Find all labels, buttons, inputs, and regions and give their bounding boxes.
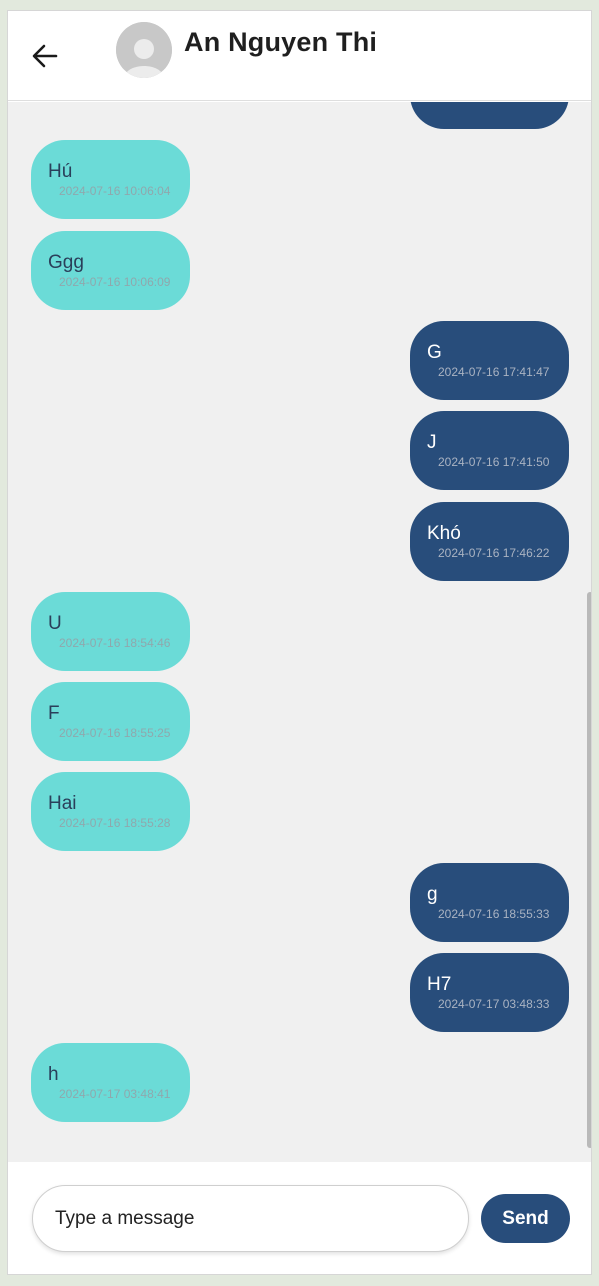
user-avatar-icon bbox=[116, 22, 172, 78]
message-timestamp: 2024-07-16 17:41:50 bbox=[438, 455, 550, 469]
sent-message[interactable]: 2024-07-16 04:16:04 bbox=[410, 102, 569, 129]
message-timestamp: 2024-07-16 18:55:25 bbox=[59, 726, 171, 740]
received-message[interactable]: Hú 2024-07-16 10:06:04 bbox=[31, 140, 190, 219]
message-text: Hai bbox=[48, 793, 77, 814]
sent-message[interactable]: H7 2024-07-17 03:48:33 bbox=[410, 953, 569, 1032]
back-button[interactable] bbox=[28, 39, 62, 73]
message-text: Khó bbox=[427, 523, 461, 544]
message-timestamp: 2024-07-16 17:46:22 bbox=[438, 546, 550, 560]
message-text: G bbox=[427, 342, 442, 363]
scrollbar-thumb[interactable] bbox=[587, 592, 591, 1148]
message-timestamp: 2024-07-17 03:48:41 bbox=[59, 1087, 171, 1101]
message-list[interactable]: 2024-07-16 04:16:04 Hú 2024-07-16 10:06:04… bbox=[8, 102, 591, 1162]
received-message[interactable]: U 2024-07-16 18:54:46 bbox=[31, 592, 190, 671]
contact-name: An Nguyen Thi bbox=[184, 27, 378, 57]
message-text: H7 bbox=[427, 974, 452, 995]
received-message[interactable]: Ggg 2024-07-16 10:06:09 bbox=[31, 231, 190, 310]
sent-message[interactable]: G 2024-07-16 17:41:47 bbox=[410, 321, 569, 400]
message-text: J bbox=[427, 432, 437, 453]
message-text: F bbox=[48, 703, 60, 724]
message-text: Ggg bbox=[48, 252, 84, 273]
avatar[interactable] bbox=[116, 22, 172, 78]
message-timestamp: 2024-07-16 18:55:33 bbox=[438, 907, 550, 921]
message-text: h bbox=[48, 1064, 59, 1085]
message-text: Hú bbox=[48, 161, 73, 182]
received-message[interactable]: F 2024-07-16 18:55:25 bbox=[31, 682, 190, 761]
chat-window: An Nguyen Thi 2024-07-16 04:16:04Hú2024-… bbox=[7, 10, 592, 1275]
sent-message[interactable]: g 2024-07-16 18:55:33 bbox=[410, 863, 569, 942]
received-message[interactable]: Hai 2024-07-16 18:55:28 bbox=[31, 772, 190, 851]
send-button[interactable]: Send bbox=[481, 1194, 570, 1243]
message-text: U bbox=[48, 613, 62, 634]
sent-message[interactable]: Khó 2024-07-16 17:46:22 bbox=[410, 502, 569, 581]
message-timestamp: 2024-07-16 18:55:28 bbox=[59, 816, 171, 830]
message-timestamp: 2024-07-16 17:41:47 bbox=[438, 365, 550, 379]
arrow-left-icon bbox=[32, 44, 58, 68]
message-timestamp: 2024-07-17 03:48:33 bbox=[438, 997, 550, 1011]
message-timestamp: 2024-07-16 10:06:04 bbox=[59, 184, 171, 198]
composer: Send bbox=[8, 1162, 591, 1274]
message-timestamp: 2024-07-16 18:54:46 bbox=[59, 636, 171, 650]
message-input[interactable] bbox=[32, 1185, 469, 1252]
sent-message[interactable]: J 2024-07-16 17:41:50 bbox=[410, 411, 569, 490]
message-text: g bbox=[427, 884, 438, 905]
chat-header: An Nguyen Thi bbox=[8, 11, 591, 101]
received-message[interactable]: h 2024-07-17 03:48:41 bbox=[31, 1043, 190, 1122]
message-timestamp: 2024-07-16 10:06:09 bbox=[59, 275, 171, 289]
